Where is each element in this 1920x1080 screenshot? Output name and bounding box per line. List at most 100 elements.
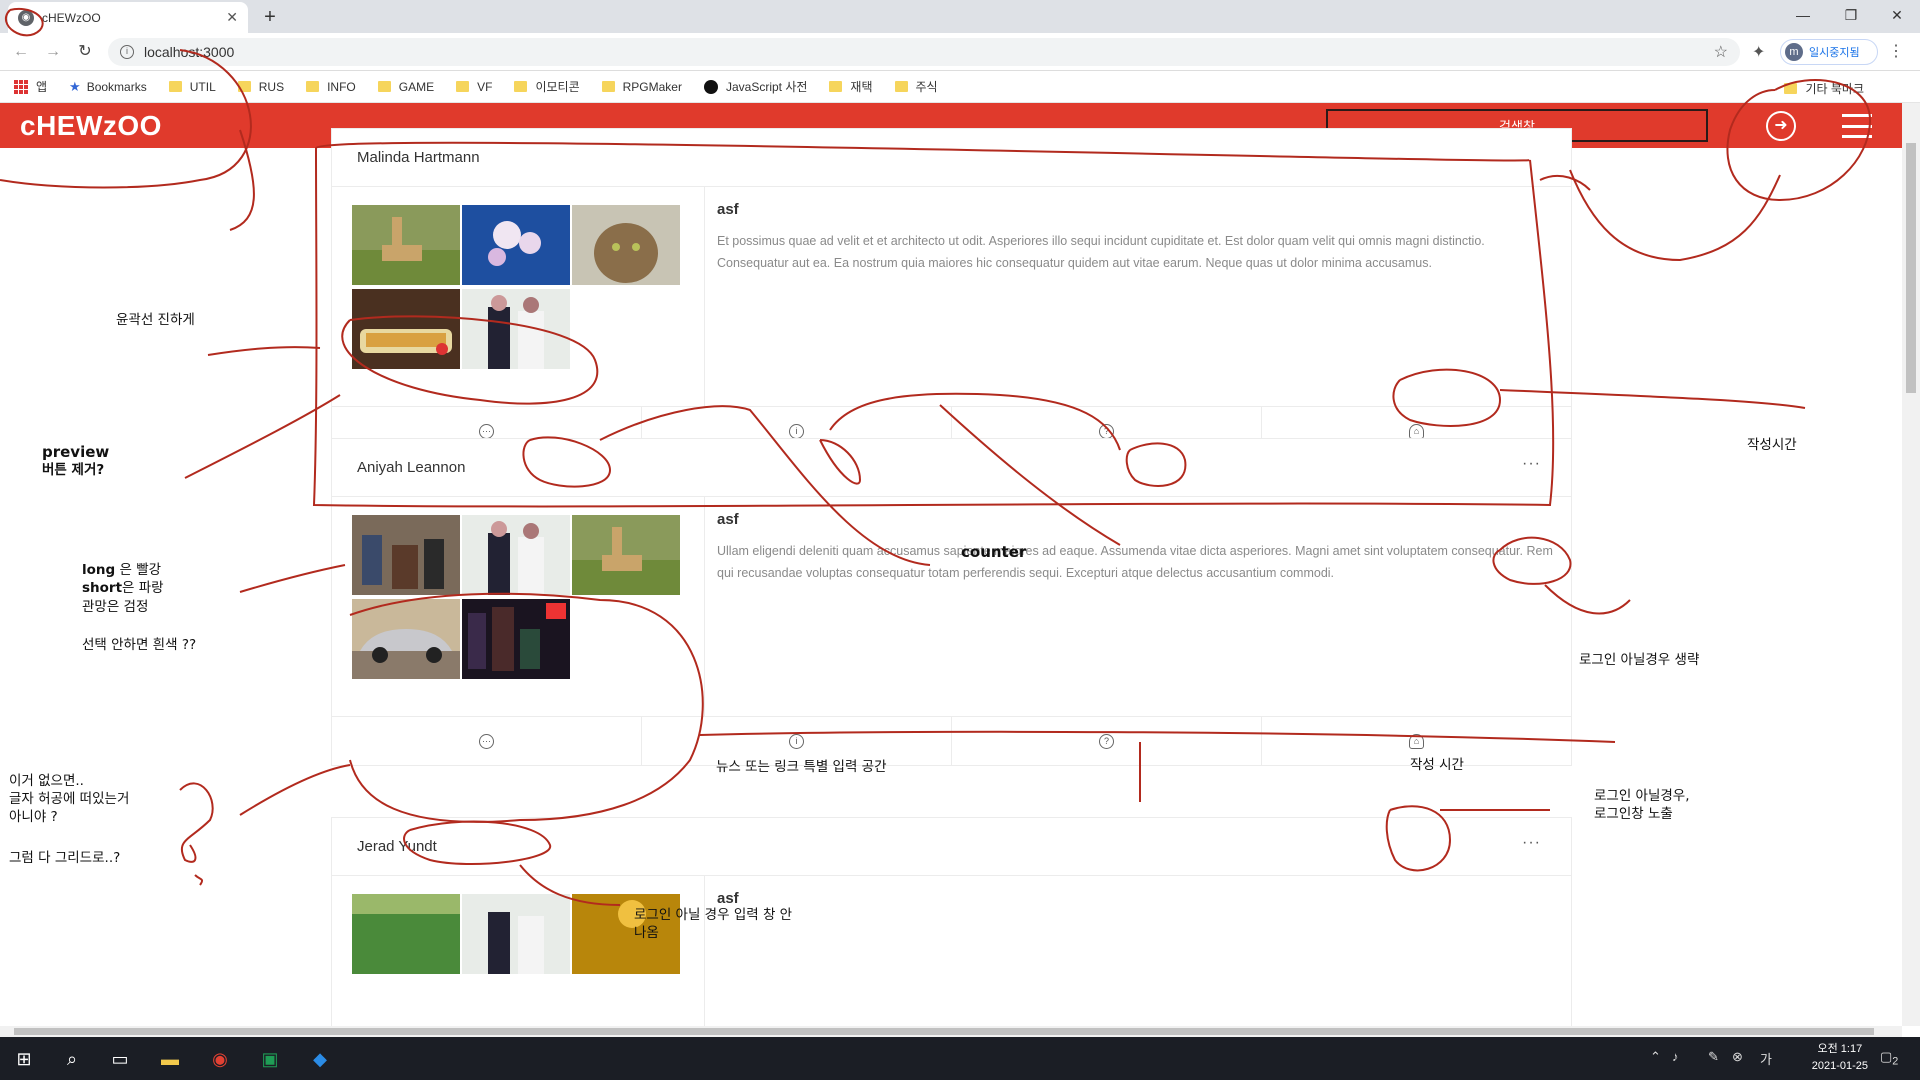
address-bar[interactable]: i localhost:3000 ☆ [108,38,1740,66]
annotation-note: 윤곽선 진하게 [116,312,195,328]
pen-icon[interactable]: ✎ [1708,1049,1719,1065]
annotation-note: 로그인 아닐경우, 로그인창 노출 [1594,788,1690,822]
folder-icon [514,81,528,92]
annotation-note: 이거 없으면.. 글자 허공에 떠있는거 아니야 ? [9,773,130,825]
thumbnail-people[interactable] [462,289,570,369]
post-body: asf [332,876,1571,1026]
post-card: Malinda Hartmann asf Et possimus quae ad… [331,128,1572,456]
thumbnail-crowd[interactable] [352,894,460,974]
notification-icon[interactable]: ▢2 [1880,1049,1898,1068]
new-tab-button[interactable]: + [256,5,284,29]
tray-chevron-icon[interactable]: ⌃ [1650,1049,1661,1065]
browser-menu-icon[interactable]: ⋮ [1888,41,1904,61]
thumbnail-cat[interactable] [572,205,680,285]
bookmark-util[interactable]: UTIL [168,80,216,94]
globe-icon: ◉ [18,9,34,26]
bookmark-remote-work[interactable]: 재택 [829,78,873,95]
hamburger-menu-icon[interactable] [1842,114,1872,138]
annotation-note: preview [42,443,110,461]
more-options-icon[interactable]: ··· [1522,834,1541,852]
thumbnail-people[interactable] [462,515,570,595]
chrome-icon[interactable]: ◉ [206,1045,234,1073]
search-icon[interactable]: ⌕ [58,1045,86,1073]
annotation-note: counter [961,543,1027,561]
post-title[interactable]: asf [717,511,1559,528]
comment-icon: ··· [479,733,494,749]
post-actions: ··· i ? ⌂ [332,717,1571,765]
bookmark-game[interactable]: GAME [377,79,435,94]
scroll-thumb[interactable] [14,1028,1874,1035]
annotation-note: 그럼 다 그리드로..? [9,850,121,866]
login-icon[interactable]: ➜ [1766,111,1796,141]
reload-icon[interactable]: ↻ [74,41,96,63]
volume-icon[interactable]: ♪ [1672,1049,1679,1064]
folder-icon [601,81,615,92]
bookmark-rpgmaker[interactable]: RPGMaker [601,80,682,94]
ime-icon[interactable]: 가 [1760,1049,1772,1068]
bookmark-star-icon[interactable]: ☆ [1714,42,1728,62]
browser-tab[interactable]: ◉ cHEWzOO ✕ [8,2,248,33]
annotation-note: 관망은 검정 [82,599,149,615]
app-logo[interactable]: cHEWzOO [20,110,162,142]
tab-title: cHEWzOO [42,10,101,25]
close-tab-icon[interactable]: ✕ [226,9,238,26]
dot-icon [703,79,718,94]
post-author[interactable]: Malinda Hartmann [357,149,480,166]
bookmark-apps[interactable]: 앱 [14,78,47,95]
watch-button[interactable]: ? [952,717,1262,765]
folder-icon [306,81,320,92]
bookmark-label: GAME [398,79,435,94]
folder-icon [456,81,470,92]
post-card: Jerad Yundt ··· asf [331,817,1572,1026]
post-title[interactable]: asf [717,890,1559,907]
thumbnail-street[interactable] [352,515,460,595]
profile-button[interactable]: m 일시중지됨 [1780,39,1878,65]
vertical-scrollbar[interactable] [1902,103,1920,1026]
post-body: asf Et possimus quae ad velit et et arch… [332,187,1571,407]
bookmark-other[interactable]: 기타 북마크 [1784,80,1864,97]
bookmark-javascript[interactable]: JavaScript 사전 [703,78,807,95]
thumbnail-people[interactable] [462,894,570,974]
folder-icon [829,81,843,92]
thumbnail-city-night[interactable] [462,599,570,679]
scroll-thumb[interactable] [1906,143,1916,393]
annotation-note: 로그인 아닐경우 생략 [1579,652,1700,668]
bookmark-info[interactable]: INFO [306,80,356,94]
info-icon: i [789,733,804,749]
bookmark-rus[interactable]: RUS [237,80,284,94]
bookmark-stocks[interactable]: 주식 [894,78,938,95]
more-options-icon[interactable]: ··· [1522,455,1541,473]
bookmark-bookmarks[interactable]: ★ Bookmarks [69,79,147,95]
restore-button[interactable]: ❐ [1828,0,1874,30]
task-view-icon[interactable]: ▭ [106,1045,134,1073]
long-button[interactable]: ··· [332,717,642,765]
excel-icon[interactable]: ▣ [256,1045,284,1073]
thumbnail-food[interactable] [352,289,460,369]
windows-start-icon[interactable]: ⊞ [10,1045,38,1073]
folder-icon [237,81,251,92]
bookmark-label: INFO [327,79,356,94]
clock[interactable]: 오전 1:17 2021-01-25 [1812,1041,1868,1075]
minimize-button[interactable]: — [1780,0,1826,30]
bookmark-vf[interactable]: VF [456,80,492,94]
thumbnail-car[interactable] [352,599,460,679]
bookmark-label: 앱 [36,80,48,94]
folder-icon [1784,83,1798,94]
thumbnail-giraffe[interactable] [572,515,680,595]
post-author[interactable]: Jerad Yundt [357,838,437,855]
url-text[interactable]: localhost:3000 [144,44,1714,60]
horizontal-scrollbar[interactable] [0,1026,1902,1037]
thumbnail-giraffe[interactable] [352,205,460,285]
post-author[interactable]: Aniyah Leannon [357,459,465,476]
vscode-icon[interactable]: ◆ [306,1045,334,1073]
back-icon[interactable]: ← [10,41,32,63]
close-window-button[interactable]: ✕ [1874,0,1920,30]
file-explorer-icon[interactable]: ▬ [156,1045,184,1073]
post-title[interactable]: asf [717,201,1559,218]
info-icon[interactable]: i [120,45,134,59]
extensions-icon[interactable]: ✦ [1752,42,1765,62]
forward-icon[interactable]: → [42,41,64,63]
bookmark-emoticon[interactable]: 이모티콘 [514,78,580,95]
thumbnail-orchid[interactable] [462,205,570,285]
network-icon[interactable]: ⊗ [1732,1049,1743,1065]
